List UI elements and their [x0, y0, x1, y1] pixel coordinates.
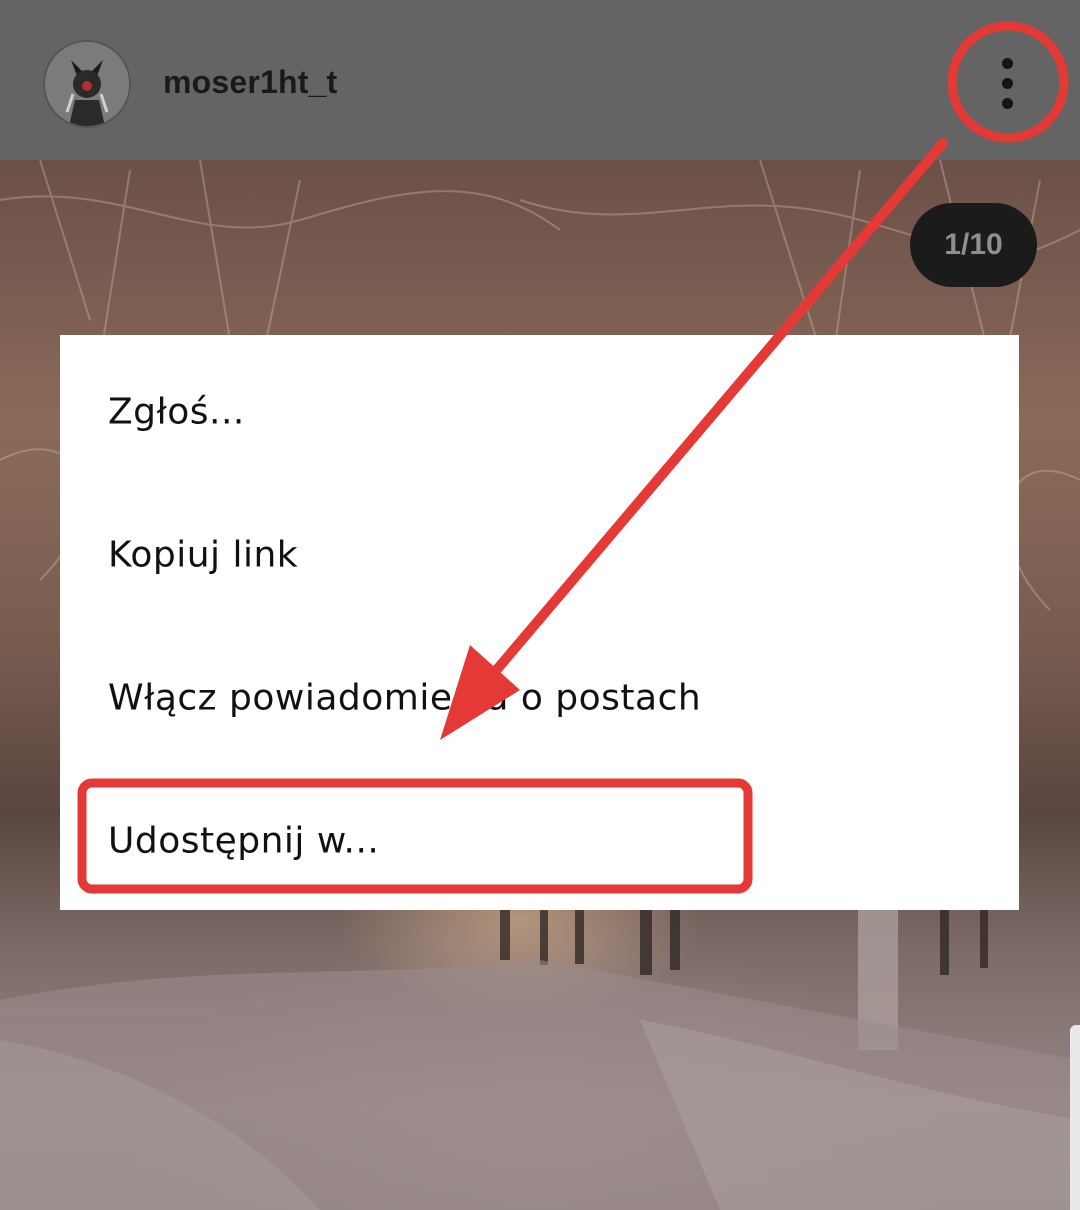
more-options-button[interactable]	[978, 52, 1038, 114]
menu-item-copy-link[interactable]: Kopiuj link	[60, 483, 1019, 626]
avatar[interactable]	[43, 40, 131, 128]
image-counter-badge: 1/10	[910, 203, 1037, 287]
vertical-ellipsis-icon	[1002, 58, 1013, 69]
post-header: moser1ht_t	[0, 0, 1080, 160]
app-screen: moser1ht_t 1/10 Zgłoś... Kopiuj link Włą…	[0, 0, 1080, 1210]
menu-item-share-to[interactable]: Udostępnij w...	[60, 769, 1019, 912]
username[interactable]: moser1ht_t	[163, 64, 338, 101]
menu-item-label: Włącz powiadomienia o postach	[108, 677, 702, 718]
menu-item-label: Udostępnij w...	[108, 820, 380, 861]
menu-item-report[interactable]: Zgłoś...	[60, 340, 1019, 483]
scrollbar[interactable]	[1070, 1025, 1080, 1210]
menu-item-label: Zgłoś...	[108, 391, 245, 432]
menu-item-post-notifications[interactable]: Włącz powiadomienia o postach	[60, 626, 1019, 769]
menu-item-label: Kopiuj link	[108, 534, 299, 575]
options-menu: Zgłoś... Kopiuj link Włącz powiadomienia…	[60, 335, 1019, 910]
avatar-character-icon	[45, 42, 129, 126]
